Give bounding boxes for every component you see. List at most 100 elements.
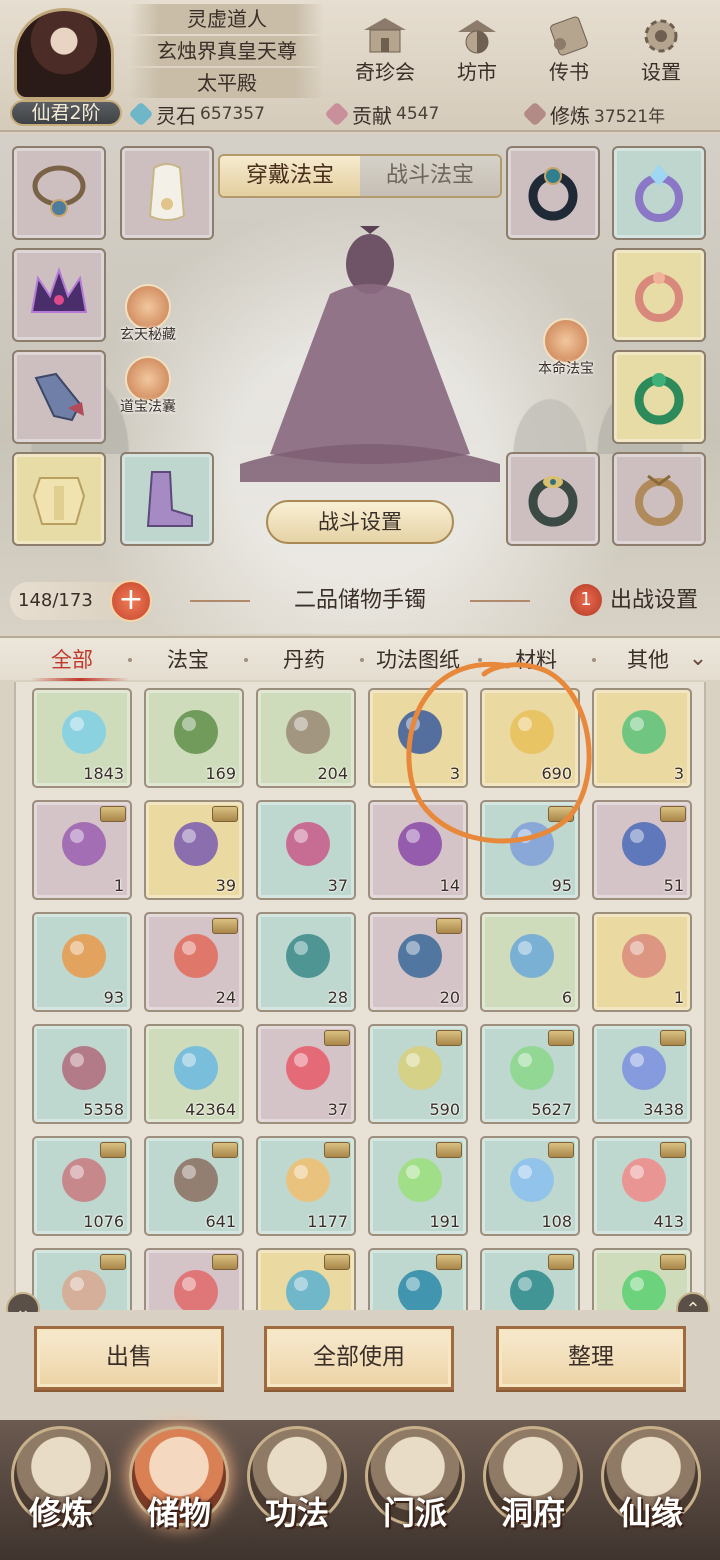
bound-tag-icon <box>548 1030 574 1046</box>
player-avatar-frame[interactable]: 仙君2阶 <box>6 4 124 126</box>
deploy-settings-button[interactable]: 出战设置 <box>610 584 698 618</box>
inventory-item-slot[interactable]: 37 <box>256 800 356 900</box>
bound-tag-icon <box>660 1254 686 1270</box>
inventory-item-slot[interactable]: 51 <box>592 800 692 900</box>
nav-sect[interactable]: 门派 <box>360 1426 470 1556</box>
use-all-button[interactable]: 全部使用 <box>264 1326 454 1390</box>
menu-settings[interactable]: 设置 <box>621 14 701 88</box>
inventory-item-slot[interactable]: 1177 <box>256 1136 356 1236</box>
inventory-item-slot[interactable]: 169 <box>144 688 244 788</box>
treasure-pouch-button[interactable]: 道宝法囊 <box>98 356 198 416</box>
tab-treasures[interactable]: 法宝 <box>146 638 230 682</box>
natal-treasure-button[interactable]: 本命法宝 <box>516 318 616 378</box>
nav-cave-abode[interactable]: 洞府 <box>478 1426 588 1556</box>
slot-boots[interactable] <box>120 452 214 546</box>
inventory-item-slot[interactable] <box>368 1248 468 1310</box>
tab-worn-treasures[interactable]: 穿戴法宝 <box>220 156 360 196</box>
top-menu: 奇珍会 坊市 传书 设置 <box>345 14 715 88</box>
item-count: 108 <box>541 1212 572 1231</box>
menu-treasure-pavilion[interactable]: 奇珍会 <box>345 14 425 88</box>
nav-label: 修炼 <box>28 1494 93 1532</box>
inventory-item-slot[interactable] <box>144 1248 244 1310</box>
mystic-vault-button[interactable]: 玄天秘藏 <box>98 284 198 344</box>
bound-tag-icon <box>436 1254 462 1270</box>
ghost-robe-icon <box>148 163 186 221</box>
inventory-grid[interactable]: 1843 169 204 3 690 3 1 39 37 14 95 51 93 24 28 20 6 1 5358… <box>14 682 706 1310</box>
item-count: 6 <box>561 988 572 1007</box>
inventory-item-slot[interactable]: 108 <box>480 1136 580 1236</box>
item-icon <box>510 710 554 754</box>
item-count: 1076 <box>83 1212 124 1231</box>
inventory-item-slot[interactable]: 42364 <box>144 1024 244 1124</box>
chevron-down-icon[interactable]: ⌄ <box>684 646 712 674</box>
inventory-item-slot[interactable]: 413 <box>592 1136 692 1236</box>
player-title: 玄烛界真皇天尊 <box>130 36 324 66</box>
inventory-item-slot[interactable]: 20 <box>368 912 468 1012</box>
inventory-item-slot[interactable]: 690 <box>480 688 580 788</box>
inventory-item-slot[interactable]: 641 <box>144 1136 244 1236</box>
nav-label: 功法 <box>264 1494 329 1532</box>
eye-ring-icon <box>528 476 578 527</box>
tab-other[interactable]: 其他 <box>606 638 690 682</box>
inventory-item-slot[interactable]: 37 <box>256 1024 356 1124</box>
nav-fate[interactable]: 仙缘 <box>596 1426 706 1556</box>
expand-bag-button[interactable]: + <box>110 580 152 622</box>
nav-storage[interactable]: 储物 <box>124 1426 234 1556</box>
slot-ring-2[interactable] <box>612 146 706 240</box>
slot-gloves[interactable] <box>12 350 106 444</box>
inventory-item-slot[interactable]: 6 <box>480 912 580 1012</box>
inventory-item-slot[interactable]: 204 <box>256 688 356 788</box>
inventory-item-slot[interactable]: 5627 <box>480 1024 580 1124</box>
inventory-item-slot[interactable] <box>256 1248 356 1310</box>
inventory-item-slot[interactable]: 1 <box>32 800 132 900</box>
nav-cultivate[interactable]: 修炼 <box>6 1426 116 1556</box>
slot-ring-4[interactable] <box>612 350 706 444</box>
slot-crown[interactable] <box>12 248 106 342</box>
inventory-item-slot[interactable]: 191 <box>368 1136 468 1236</box>
tab-all[interactable]: 全部 <box>30 638 114 682</box>
item-count: 37 <box>327 1100 348 1119</box>
slot-ring-6[interactable] <box>612 452 706 546</box>
slot-armor[interactable] <box>12 452 106 546</box>
inventory-item-slot[interactable]: 39 <box>144 800 244 900</box>
battle-settings-button[interactable]: 战斗设置 <box>266 500 454 544</box>
inventory-item-slot[interactable]: 590 <box>368 1024 468 1124</box>
crystal-ring-icon <box>635 164 683 222</box>
inventory-item-slot[interactable]: 1843 <box>32 688 132 788</box>
menu-messages[interactable]: 传书 <box>529 14 609 88</box>
inventory-item-slot[interactable]: 3 <box>368 688 468 788</box>
inventory-item-slot[interactable]: 3438 <box>592 1024 692 1124</box>
inventory-item-slot[interactable]: 3 <box>592 688 692 788</box>
inventory-item-slot[interactable]: 14 <box>368 800 468 900</box>
tab-pills[interactable]: 丹药 <box>262 638 346 682</box>
deploy-count-badge[interactable]: 1 <box>570 584 602 616</box>
inventory-item-slot[interactable]: 95 <box>480 800 580 900</box>
inventory-item-slot[interactable]: 28 <box>256 912 356 1012</box>
menu-market[interactable]: 坊市 <box>437 14 517 88</box>
inventory-item-slot[interactable]: 1 <box>592 912 692 1012</box>
slot-ring-5[interactable] <box>506 452 600 546</box>
slot-ring-3[interactable] <box>612 248 706 342</box>
nav-techniques[interactable]: 功法 <box>242 1426 352 1556</box>
tab-manuals[interactable]: 功法图纸 <box>368 638 468 682</box>
item-count: 3 <box>449 764 460 783</box>
tab-materials[interactable]: 材料 <box>494 638 578 682</box>
item-icon <box>510 934 554 978</box>
slot-ring-1[interactable] <box>506 146 600 240</box>
item-icon <box>510 822 554 866</box>
tab-battle-treasures[interactable]: 战斗法宝 <box>360 156 500 196</box>
inventory-item-slot[interactable] <box>480 1248 580 1310</box>
inventory-item-slot[interactable] <box>32 1248 132 1310</box>
inventory-item-slot[interactable]: 24 <box>144 912 244 1012</box>
slot-necklace[interactable] <box>12 146 106 240</box>
inventory-item-slot[interactable]: 93 <box>32 912 132 1012</box>
slot-robe[interactable] <box>120 146 214 240</box>
avatar[interactable] <box>14 8 114 100</box>
sort-button[interactable]: 整理 <box>496 1326 686 1390</box>
inventory-item-slot[interactable]: 1076 <box>32 1136 132 1236</box>
bound-tag-icon <box>436 1030 462 1046</box>
inventory-item-slot[interactable]: 5358 <box>32 1024 132 1124</box>
sell-button[interactable]: 出售 <box>34 1326 224 1390</box>
player-name: 灵虚道人 <box>130 4 324 34</box>
bound-tag-icon <box>212 1254 238 1270</box>
